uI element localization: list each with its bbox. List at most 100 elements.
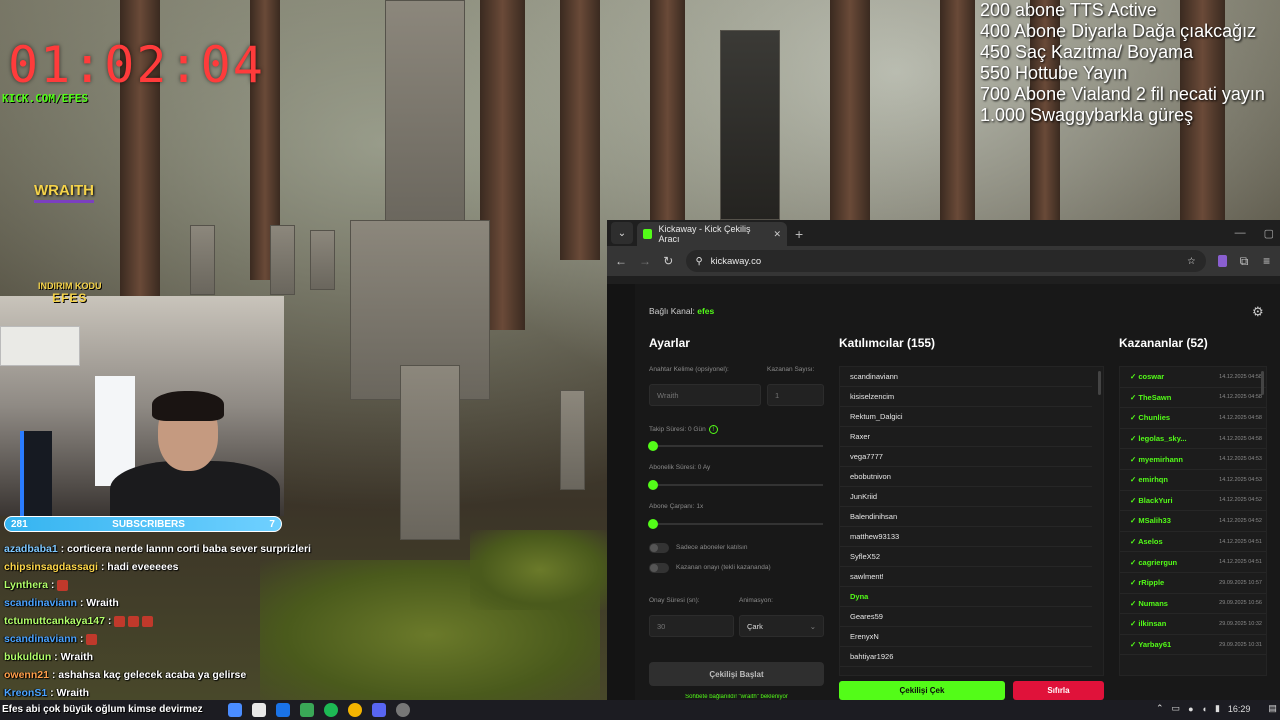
follow-duration-text: Takip Süresi: 0 Gün: [649, 426, 706, 434]
winner-name: ✓ ilkinsan: [1130, 619, 1167, 629]
tab-kickaway[interactable]: Kickaway - Kick Çekiliş Aracı ✕: [637, 222, 787, 246]
chat-username[interactable]: azadbaba1: [4, 543, 58, 555]
winner-name: ✓ legolas_sky...: [1130, 434, 1187, 444]
winners-title: Kazananlar (52): [1119, 336, 1208, 350]
obs-icon[interactable]: [396, 703, 410, 717]
participant-row: ErenyxN: [840, 627, 1092, 647]
winner-row: ✓ rRipple 29.09.2025 10:57: [1120, 573, 1266, 594]
slider-knob[interactable]: [648, 480, 658, 490]
chat-username[interactable]: bukuldun: [4, 651, 51, 663]
follow-duration-slider[interactable]: [648, 441, 823, 451]
chat-text: :: [50, 579, 55, 591]
goal-line: 550 Hottube Yayın: [980, 63, 1128, 83]
slider-knob[interactable]: [648, 519, 658, 529]
scrollbar[interactable]: [1098, 371, 1101, 395]
animation-label: Animasyon:: [739, 597, 773, 604]
url-text: kickaway.co: [710, 255, 762, 267]
subscription-duration-slider[interactable]: [648, 480, 823, 490]
site-info-icon[interactable]: ⚲: [696, 256, 703, 267]
excel-icon[interactable]: [300, 703, 314, 717]
network-icon[interactable]: ▭: [1172, 703, 1181, 714]
chat-username[interactable]: chipsinsagdassagi: [4, 561, 98, 573]
goal-line: 700 Abone Vialand 2 fil necati yayın: [980, 84, 1265, 104]
sub-multiplier-label: Abone Çarpanı: 1x: [649, 503, 704, 510]
winner-confirm-toggle[interactable]: [649, 563, 669, 573]
chat-text: : Wraith: [54, 651, 94, 663]
chat-message: owenn21 : ashahsa kaç gelecek acaba ya g…: [4, 666, 304, 684]
notification-icon[interactable]: ▤: [1268, 703, 1277, 714]
start-raffle-button[interactable]: Çekilişi Başlat: [649, 662, 824, 686]
participant-row: Raxer: [840, 427, 1092, 447]
discount-code-badge: INDIRIM KODU EFES: [38, 281, 102, 305]
winner-date: 29.09.2025 10:56: [1219, 600, 1262, 607]
back-arrow-icon[interactable]: ←: [615, 254, 627, 268]
forward-arrow-icon[interactable]: →: [639, 254, 651, 268]
new-tab-button[interactable]: +: [795, 226, 803, 242]
winner-date: 29.09.2025 10:32: [1219, 620, 1262, 627]
store-icon[interactable]: [252, 703, 266, 717]
winner-row: ✓ emirhqn 14.12.2025 04:53: [1120, 470, 1266, 491]
bookmark-star-icon[interactable]: ☆: [1187, 256, 1196, 267]
reset-button[interactable]: Sıfırla: [1013, 681, 1104, 700]
participant-row: ebobutnivon: [840, 467, 1092, 487]
connected-channel-label: Bağlı Kanal:: [649, 306, 695, 316]
chat-username[interactable]: Lynthera: [4, 579, 48, 591]
chevron-down-icon: ⌄: [617, 227, 627, 239]
draw-winner-button[interactable]: Çekilişi Çek: [839, 681, 1005, 700]
edge-icon[interactable]: [228, 703, 242, 717]
battery-icon[interactable]: ▮: [1215, 703, 1220, 714]
chat-message: scandinaviann :: [4, 630, 304, 648]
tab-search-button[interactable]: ⌄: [611, 222, 633, 244]
microphone-icon[interactable]: ●: [1188, 704, 1193, 714]
slider-knob[interactable]: [648, 441, 658, 451]
clock[interactable]: 16:29: [1228, 704, 1251, 714]
winner-date: 29.09.2025 10:57: [1219, 579, 1262, 586]
scrollbar[interactable]: [1261, 371, 1264, 395]
participants-title: Katılımcılar (155): [839, 336, 936, 350]
chrome-icon[interactable]: [348, 703, 362, 717]
winner-name: ✓ MSalih33: [1130, 516, 1171, 526]
gear-icon[interactable]: ⚙: [1252, 304, 1264, 320]
winner-row: ✓ Numans 29.09.2025 10:56: [1120, 594, 1266, 615]
volume-icon[interactable]: ◖: [1202, 704, 1207, 714]
url-field[interactable]: ⚲ kickaway.co ☆: [685, 250, 1206, 272]
chat-username[interactable]: owenn21: [4, 669, 49, 681]
chat-message: scandinaviann : Wraith: [4, 594, 304, 612]
chat-ticker: Efes abi çok büyük oğlum kimse devirmez: [2, 704, 203, 715]
outlook-icon[interactable]: [276, 703, 290, 717]
sub-multiplier-slider[interactable]: [648, 519, 823, 529]
emote-icon: [114, 615, 126, 627]
kickaway-app: Bağlı Kanal: efes ⚙ Ayarlar Anahtar Keli…: [607, 284, 1280, 700]
winner-count-input[interactable]: [767, 384, 824, 406]
winner-confirm-label: Kazanan onayı (tekli kazananda): [676, 564, 771, 571]
extension-icon[interactable]: [1217, 255, 1227, 267]
chat-message: Lynthera :: [4, 576, 304, 594]
chat-username[interactable]: KreonS1: [4, 687, 47, 699]
chat-username[interactable]: scandinaviann: [4, 633, 77, 645]
chat-username[interactable]: tctumuttcankaya147: [4, 615, 105, 627]
subscription-duration-label: Abonelik Süresi: 0 Ay: [649, 464, 711, 471]
subscribers-only-toggle[interactable]: [649, 543, 669, 553]
reading-list-icon[interactable]: ≡: [1261, 254, 1272, 268]
subscriber-session-count: 7: [269, 518, 275, 530]
winner-date: 29.09.2025 10:31: [1219, 641, 1262, 648]
extensions-puzzle-icon[interactable]: ⧉: [1239, 254, 1250, 269]
tab-title: Kickaway - Kick Çekiliş Aracı: [658, 224, 751, 244]
goal-line: 450 Saç Kazıtma/ Boyama: [980, 42, 1194, 62]
confirm-time-input[interactable]: [649, 615, 734, 637]
connected-channel: Bağlı Kanal: efes: [649, 306, 714, 316]
close-tab-icon[interactable]: ✕: [773, 229, 781, 240]
chat-username[interactable]: scandinaviann: [4, 597, 77, 609]
animation-select[interactable]: Çark ⌄: [739, 615, 824, 637]
minimize-icon[interactable]: —: [1235, 227, 1246, 240]
tab-strip: ⌄ Kickaway - Kick Çekiliş Aracı ✕ + — ▢: [607, 220, 1280, 246]
maximize-icon[interactable]: ▢: [1264, 227, 1274, 240]
chevron-up-icon[interactable]: ⌃: [1156, 703, 1164, 714]
info-icon[interactable]: !: [708, 425, 718, 434]
spotify-icon[interactable]: [324, 703, 338, 717]
discord-icon[interactable]: [372, 703, 386, 717]
winner-row: ✓ Yarbay61 29.09.2025 10:31: [1120, 635, 1266, 656]
reload-icon[interactable]: ↻: [663, 254, 674, 268]
keyword-input[interactable]: [649, 384, 761, 406]
streamer-hair: [152, 391, 224, 421]
